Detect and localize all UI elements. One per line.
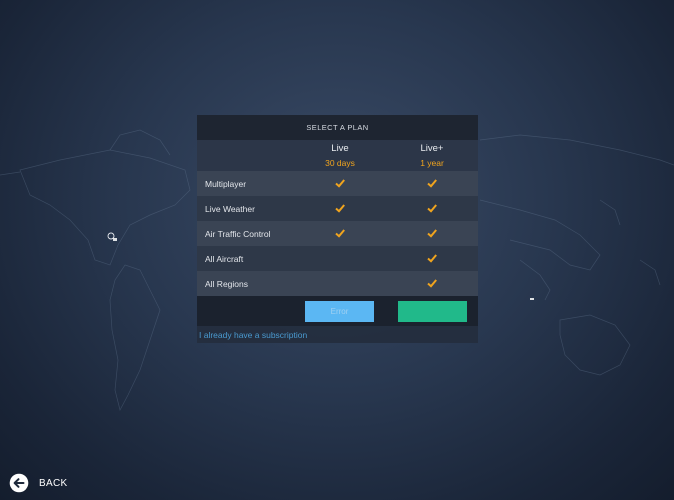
feature-name: All Regions bbox=[205, 278, 248, 289]
plan-live-duration: 30 days bbox=[325, 158, 355, 168]
checkmark-icon bbox=[427, 204, 437, 213]
feature-name: Live Weather bbox=[205, 203, 255, 214]
existing-subscription-link[interactable]: I already have a subscription bbox=[199, 330, 307, 340]
checkmark-icon bbox=[335, 229, 345, 238]
checkmark-icon bbox=[427, 254, 437, 263]
feature-row-air-traffic-control: Air Traffic Control bbox=[197, 221, 478, 246]
plan-live-plus-name: Live+ bbox=[420, 143, 444, 154]
feature-list: Multiplayer Live Weather Air Traffic Con… bbox=[197, 171, 478, 296]
feature-name: All Aircraft bbox=[205, 253, 244, 264]
plan-live-plus-duration: 1 year bbox=[420, 158, 444, 168]
checkmark-icon bbox=[335, 204, 345, 213]
plan-live-column-header: Live 30 days bbox=[305, 142, 375, 170]
feature-row-all-aircraft: All Aircraft bbox=[197, 246, 478, 271]
feature-name: Air Traffic Control bbox=[205, 228, 271, 239]
panel-title: SELECT A PLAN bbox=[197, 115, 478, 140]
plans-header-row: Live 30 days Live+ 1 year bbox=[197, 140, 478, 171]
feature-name: Multiplayer bbox=[205, 178, 247, 189]
plan-live-plus-column-header: Live+ 1 year bbox=[397, 142, 467, 170]
back-button[interactable]: BACK bbox=[9, 473, 67, 493]
feature-row-all-regions: All Regions bbox=[197, 271, 478, 296]
checkmark-icon bbox=[427, 229, 437, 238]
checkmark-icon bbox=[427, 179, 437, 188]
back-label: BACK bbox=[39, 477, 68, 489]
checkmark-icon bbox=[335, 179, 345, 188]
plan-actions-row: Error bbox=[197, 296, 478, 326]
checkmark-icon bbox=[427, 279, 437, 288]
plan-live-name: Live bbox=[331, 143, 349, 154]
arrow-left-circle-icon bbox=[9, 473, 29, 493]
feature-row-live-weather: Live Weather bbox=[197, 196, 478, 221]
plan-selection-screen: SELECT A PLAN Live 30 days Live+ 1 year … bbox=[0, 0, 674, 500]
plan-selection-panel: SELECT A PLAN Live 30 days Live+ 1 year … bbox=[197, 115, 478, 343]
select-live-plus-button[interactable] bbox=[398, 301, 467, 322]
select-live-button[interactable]: Error bbox=[305, 301, 374, 322]
feature-row-multiplayer: Multiplayer bbox=[197, 171, 478, 196]
